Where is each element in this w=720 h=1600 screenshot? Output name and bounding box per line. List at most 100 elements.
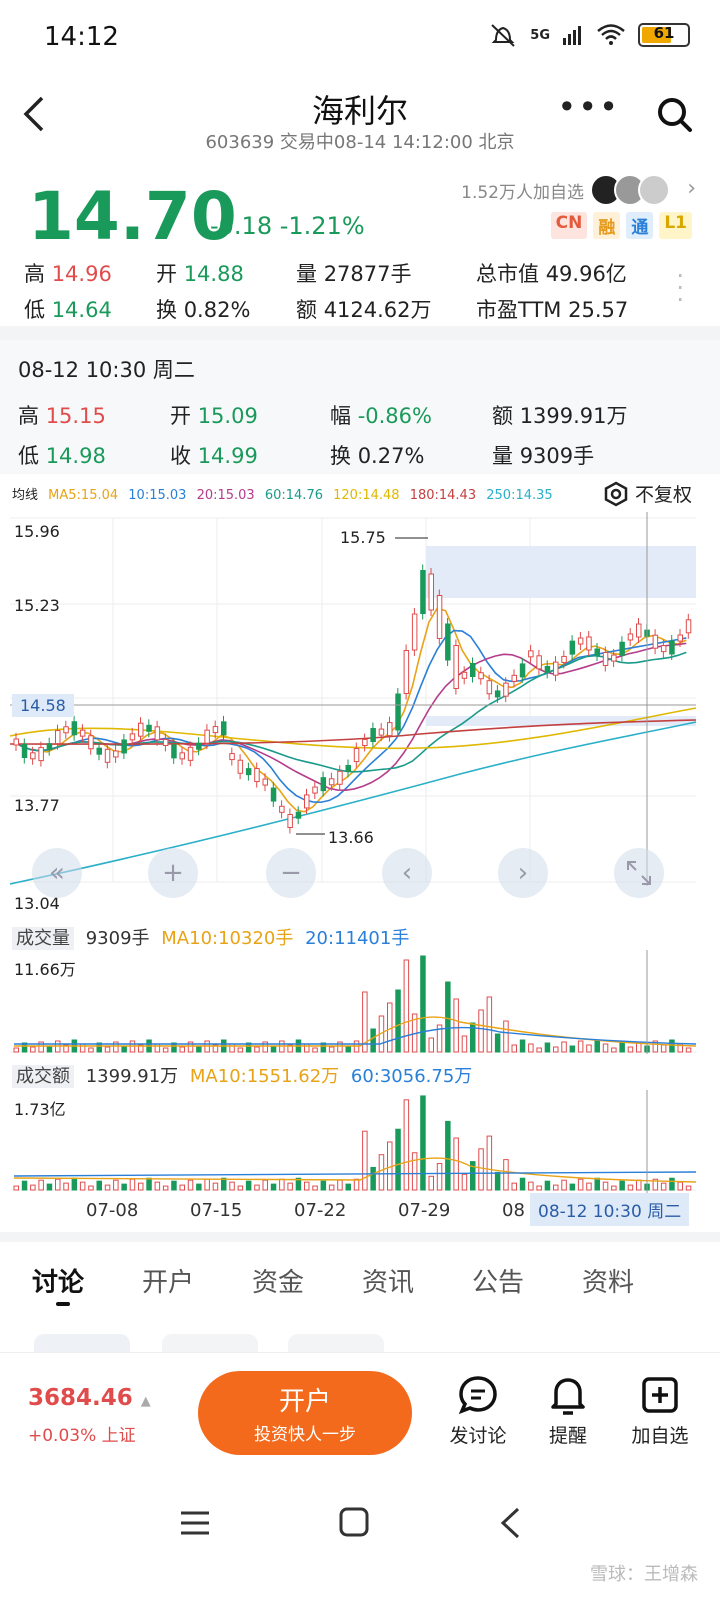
amount-bar (345, 1183, 351, 1191)
tab-news[interactable]: 资讯 (362, 1262, 414, 1299)
open-account-button[interactable]: 开户 投资快人一步 (198, 1371, 412, 1455)
watch-count[interactable]: 1.52万人加自选 (461, 178, 584, 203)
candle-body (262, 778, 268, 786)
amount-bar (577, 1178, 584, 1191)
highlight-zone (426, 546, 696, 598)
volume-bar (627, 1046, 634, 1053)
stat-value: 14.96 (51, 262, 112, 286)
candle-body (204, 729, 210, 744)
candle-body (104, 748, 111, 763)
candle-body (46, 743, 53, 751)
amount-bar (320, 1180, 327, 1191)
ma-item: 20:15.03 (196, 488, 255, 503)
volume-bar (445, 981, 451, 1053)
stat-label: 幅 (330, 404, 351, 428)
candle-body (312, 786, 318, 794)
day-high: 高 15.15 (18, 400, 106, 430)
amount-ma10: MA10:1551.62万 (189, 1066, 340, 1087)
stat-value: 15.15 (45, 404, 106, 428)
home-icon[interactable] (338, 1506, 370, 1538)
more-stats-icon[interactable]: · · · (676, 264, 684, 312)
volume-bars (13, 955, 697, 1053)
chevron-right-icon[interactable]: › (687, 176, 696, 201)
tag-l1[interactable]: L1 (659, 212, 692, 239)
back-nav-icon[interactable] (498, 1506, 522, 1540)
ma-legend-label: 均线 (12, 488, 39, 503)
amount-value: 1399.91万 (85, 1066, 179, 1087)
fullscreen-button[interactable] (614, 848, 664, 898)
stat-label: 额 (296, 298, 317, 322)
amount-bar (179, 1184, 185, 1191)
cursor-date-label: 08-12 10:30 周二 (530, 1193, 690, 1226)
volume-bar (104, 1046, 111, 1053)
amount-bar (262, 1179, 268, 1191)
scroll-right-button[interactable]: › (498, 848, 548, 898)
zoom-out-button[interactable]: − (266, 848, 316, 898)
amount-bar (146, 1177, 152, 1191)
candle-body (677, 634, 683, 642)
tag-connect[interactable]: 通 (626, 212, 654, 239)
ma-item: 180:14.43 (409, 488, 477, 503)
search-icon[interactable] (656, 96, 694, 134)
status-bar: 14:12 5G 61 (0, 0, 720, 78)
amount-bar (30, 1184, 36, 1191)
tab-profile[interactable]: 资料 (582, 1262, 634, 1299)
tag-cn[interactable]: CN (550, 212, 588, 239)
volume-bar (685, 1047, 692, 1053)
stat-pe: 市盈TTM 25.57 (476, 294, 628, 324)
kline-chart[interactable] (0, 512, 720, 912)
stock-tags: CN 融 通 L1 (550, 212, 692, 239)
tag-margin[interactable]: 融 (593, 212, 621, 239)
volume-bar (569, 1045, 576, 1053)
post-discussion-button[interactable]: 发讨论 (438, 1373, 518, 1448)
amount-label[interactable]: 成交额 (12, 1065, 74, 1088)
stat-value: 1399.91万 (519, 404, 628, 428)
adjust-toggle[interactable]: 不复权 (603, 480, 692, 507)
filter-chip[interactable] (162, 1334, 258, 1354)
candle-body (536, 655, 542, 670)
day-volume: 量 9309手 (492, 440, 594, 470)
candle-body (478, 672, 484, 680)
volume-chart[interactable] (0, 950, 720, 1060)
menu-icon[interactable] (178, 1508, 212, 1538)
add-watchlist-button[interactable]: 加自选 (620, 1373, 700, 1448)
candle-body (353, 748, 360, 763)
amount-bars (13, 1095, 697, 1191)
candle-body (370, 728, 376, 743)
candle-body (337, 770, 343, 785)
amount-bar (519, 1177, 526, 1191)
volume-bar (328, 1046, 335, 1053)
volume-bar (162, 1047, 169, 1053)
watcher-avatars[interactable] (590, 174, 670, 206)
volume-bar (428, 1037, 434, 1053)
tab-discussion[interactable]: 讨论 (32, 1262, 84, 1299)
amount-bar (204, 1178, 210, 1191)
remind-button[interactable]: 提醒 (528, 1373, 608, 1448)
volume-bar (577, 1040, 584, 1053)
amount-bar (212, 1182, 219, 1191)
battery-icon: 61 (638, 23, 690, 47)
volume-label[interactable]: 成交量 (12, 927, 74, 950)
filter-chip[interactable] (34, 1334, 130, 1354)
candle-body (196, 742, 202, 750)
tab-funds[interactable]: 资金 (252, 1262, 304, 1299)
stat-label: 换 (330, 444, 351, 468)
amount-chart[interactable] (0, 1090, 720, 1194)
status-time: 14:12 (44, 22, 119, 52)
amount-ma-line (13, 1157, 697, 1183)
more-button[interactable]: ••• (557, 88, 620, 126)
amount-bar (162, 1185, 169, 1191)
crosshair-price-label: 14.58 (12, 694, 74, 717)
scroll-start-button[interactable]: « (32, 848, 82, 898)
tab-announcements[interactable]: 公告 (472, 1262, 524, 1299)
tab-open-account[interactable]: 开户 (142, 1262, 194, 1299)
filter-chip[interactable] (288, 1334, 384, 1354)
candle-body (685, 619, 692, 634)
candle-body (445, 623, 451, 661)
remind-label: 提醒 (548, 1425, 587, 1447)
zoom-in-button[interactable]: + (148, 848, 198, 898)
scroll-left-button[interactable]: ‹ (382, 848, 432, 898)
candle-body (362, 739, 368, 747)
volume-bar (229, 1043, 235, 1053)
amount-bar (221, 1177, 227, 1191)
